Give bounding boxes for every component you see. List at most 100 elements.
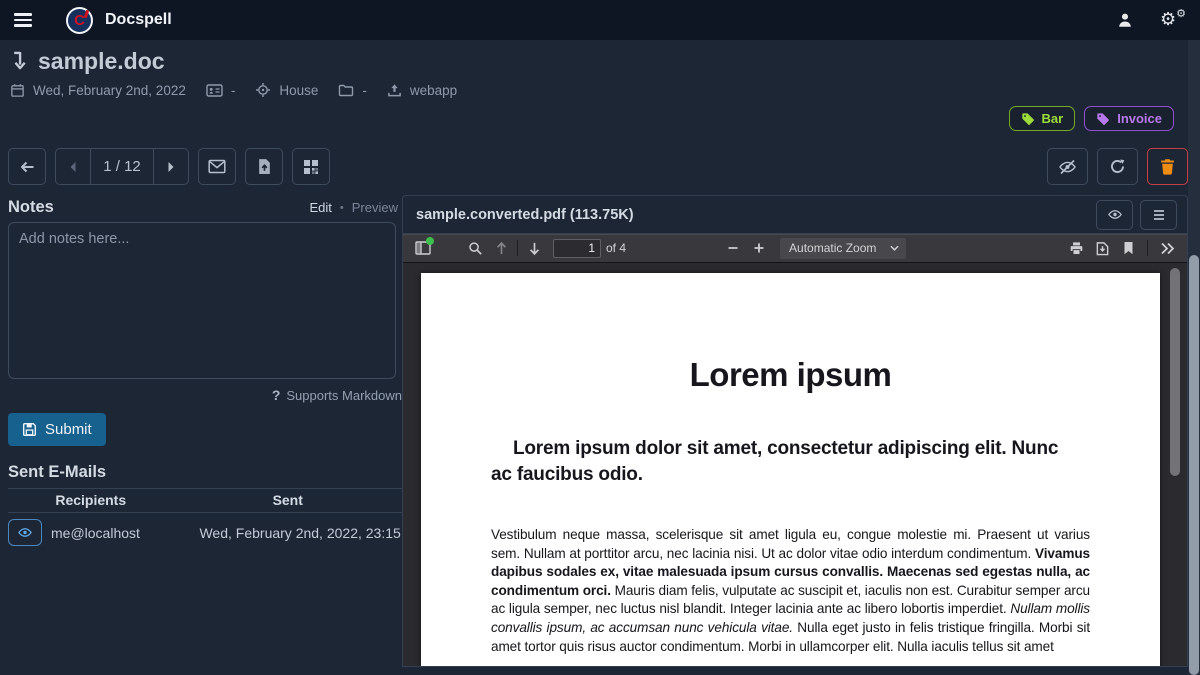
pdf-viewport[interactable]: Lorem ipsum Lorem ipsum dolor sit amet, …: [403, 263, 1187, 666]
page-scrollbar[interactable]: [1188, 40, 1200, 675]
item-toolbar: 1 / 12: [8, 148, 402, 185]
arrow-left-icon: [19, 159, 36, 175]
notes-edit-link[interactable]: Edit: [309, 200, 331, 215]
submit-label: Submit: [45, 421, 92, 438]
prev-item-button[interactable]: [56, 149, 91, 184]
settings-cogs-icon[interactable]: ⚙⚙: [1160, 9, 1186, 31]
pdf-page: Lorem ipsum Lorem ipsum dolor sit amet, …: [421, 273, 1160, 666]
doc-date: Wed, February 2nd, 2022: [33, 83, 186, 98]
pdf-bookmark-button[interactable]: [1115, 236, 1141, 260]
arrow-up-icon: [495, 241, 508, 256]
email-view-button[interactable]: [8, 519, 42, 546]
column-sent: Sent: [173, 489, 402, 513]
pdf-paragraph-segment: Vestibulum neque massa, scelerisque sit …: [491, 527, 1090, 561]
tag[interactable]: Bar: [1009, 106, 1076, 131]
pdf-prev-page-button[interactable]: [488, 236, 514, 260]
download-arrow-icon: [10, 50, 29, 72]
attachment-preview-button[interactable]: [1096, 200, 1133, 230]
left-column: 1 / 12: [0, 148, 402, 667]
pdf-search-button[interactable]: [462, 236, 488, 260]
doc-concerning: House: [279, 83, 318, 98]
printer-icon: [1069, 241, 1084, 256]
grid-qr-icon: [303, 159, 319, 175]
markdown-hint-link[interactable]: ? Supports Markdown: [8, 387, 402, 403]
pdf-zoom-in-button[interactable]: [746, 236, 772, 260]
add-files-button[interactable]: [245, 148, 283, 185]
arrow-down-icon: [528, 241, 541, 256]
tag-list: Bar Invoice: [10, 106, 1176, 132]
eye-icon: [1107, 208, 1123, 221]
notes-textarea[interactable]: [8, 222, 396, 379]
app-title[interactable]: Docspell: [105, 11, 172, 29]
save-floppy-icon: [22, 422, 37, 437]
chevron-left-icon: [69, 161, 77, 173]
docspell-logo[interactable]: C: [66, 7, 93, 34]
source-upload-icon: [387, 83, 402, 98]
next-item-button[interactable]: [153, 149, 188, 184]
notification-dot: [426, 237, 434, 245]
pdf-zoom-select[interactable]: Automatic Zoom: [780, 238, 906, 259]
search-icon: [468, 241, 483, 256]
page-indicator: 1 / 12: [91, 149, 153, 184]
markdown-hint-label: Supports Markdown: [286, 388, 402, 403]
attachment-menu-button[interactable]: [1140, 200, 1177, 230]
user-icon[interactable]: [1116, 11, 1134, 29]
doc-folder: -: [362, 83, 367, 98]
document-title-row: sample.doc: [10, 46, 1176, 76]
pdf-page-input[interactable]: [553, 239, 601, 258]
doc-title: sample.doc: [38, 48, 165, 75]
page-navigator: 1 / 12: [55, 148, 189, 185]
pdf-next-page-button[interactable]: [521, 236, 547, 260]
notes-heading: Notes: [8, 198, 54, 217]
pdf-zoom-out-button[interactable]: [720, 236, 746, 260]
logo-letter: C: [74, 13, 85, 28]
bookmark-icon: [1123, 241, 1134, 255]
menu-bars-icon: [1152, 209, 1166, 221]
pdf-doc-subheading: Lorem ipsum dolor sit amet, consectetur …: [491, 436, 1090, 488]
back-button[interactable]: [8, 148, 46, 185]
pdf-sidebar-toggle-button[interactable]: [410, 236, 436, 260]
concerning-crosshair-icon: [255, 82, 271, 98]
question-icon: ?: [272, 387, 281, 403]
refresh-icon: [1109, 158, 1126, 175]
envelope-icon: [208, 159, 226, 174]
sent-emails-heading: Sent E-Mails: [8, 463, 402, 482]
menu-toggle-icon[interactable]: [14, 9, 40, 31]
file-upload-icon: [257, 158, 272, 175]
attachment-panel: sample.converted.pdf (113.75K): [402, 195, 1188, 667]
pdf-scrollbar-thumb[interactable]: [1170, 268, 1180, 476]
document-meta: Wed, February 2nd, 2022 - House -: [10, 81, 1176, 99]
plus-icon: [753, 242, 765, 254]
send-mail-button[interactable]: [198, 148, 236, 185]
email-row: me@localhost Wed, February 2nd, 2022, 23…: [8, 513, 402, 553]
notes-header: Notes Edit • Preview: [8, 198, 402, 217]
column-recipients: Recipients: [8, 489, 173, 513]
delete-item-button[interactable]: [1147, 148, 1188, 185]
tag-label: Invoice: [1117, 111, 1162, 126]
trash-icon: [1160, 158, 1175, 175]
pdf-print-button[interactable]: [1063, 236, 1089, 260]
submit-notes-button[interactable]: Submit: [8, 413, 106, 446]
chevron-double-right-icon: [1160, 242, 1175, 255]
attachment-toolbar: [402, 148, 1188, 185]
link-items-button[interactable]: [292, 148, 330, 185]
attachment-title: sample.converted.pdf (113.75K): [416, 207, 634, 223]
pdf-more-tools-button[interactable]: [1154, 236, 1180, 260]
eye-icon: [17, 526, 33, 539]
doc-correspondent: -: [231, 83, 236, 98]
hide-attachment-button[interactable]: [1047, 148, 1088, 185]
email-sent-date: Wed, February 2nd, 2022, 23:15: [199, 525, 400, 541]
document-header: sample.doc Wed, February 2nd, 2022 -: [0, 40, 1188, 132]
minus-icon: [727, 242, 739, 254]
notes-preview-link[interactable]: Preview: [352, 200, 398, 215]
tag[interactable]: Invoice: [1084, 106, 1174, 131]
sent-emails-table: Recipients Sent me@localhost Wed, Februa…: [8, 488, 402, 552]
calendar-icon: [10, 83, 25, 98]
pdf-download-button[interactable]: [1089, 236, 1115, 260]
page-scrollbar-thumb[interactable]: [1189, 255, 1199, 675]
download-file-icon: [1095, 241, 1110, 256]
reprocess-button[interactable]: [1097, 148, 1138, 185]
dot-separator: •: [340, 202, 344, 214]
zoom-select-value: Automatic Zoom: [789, 241, 876, 255]
attachment-header: sample.converted.pdf (113.75K): [403, 196, 1187, 234]
